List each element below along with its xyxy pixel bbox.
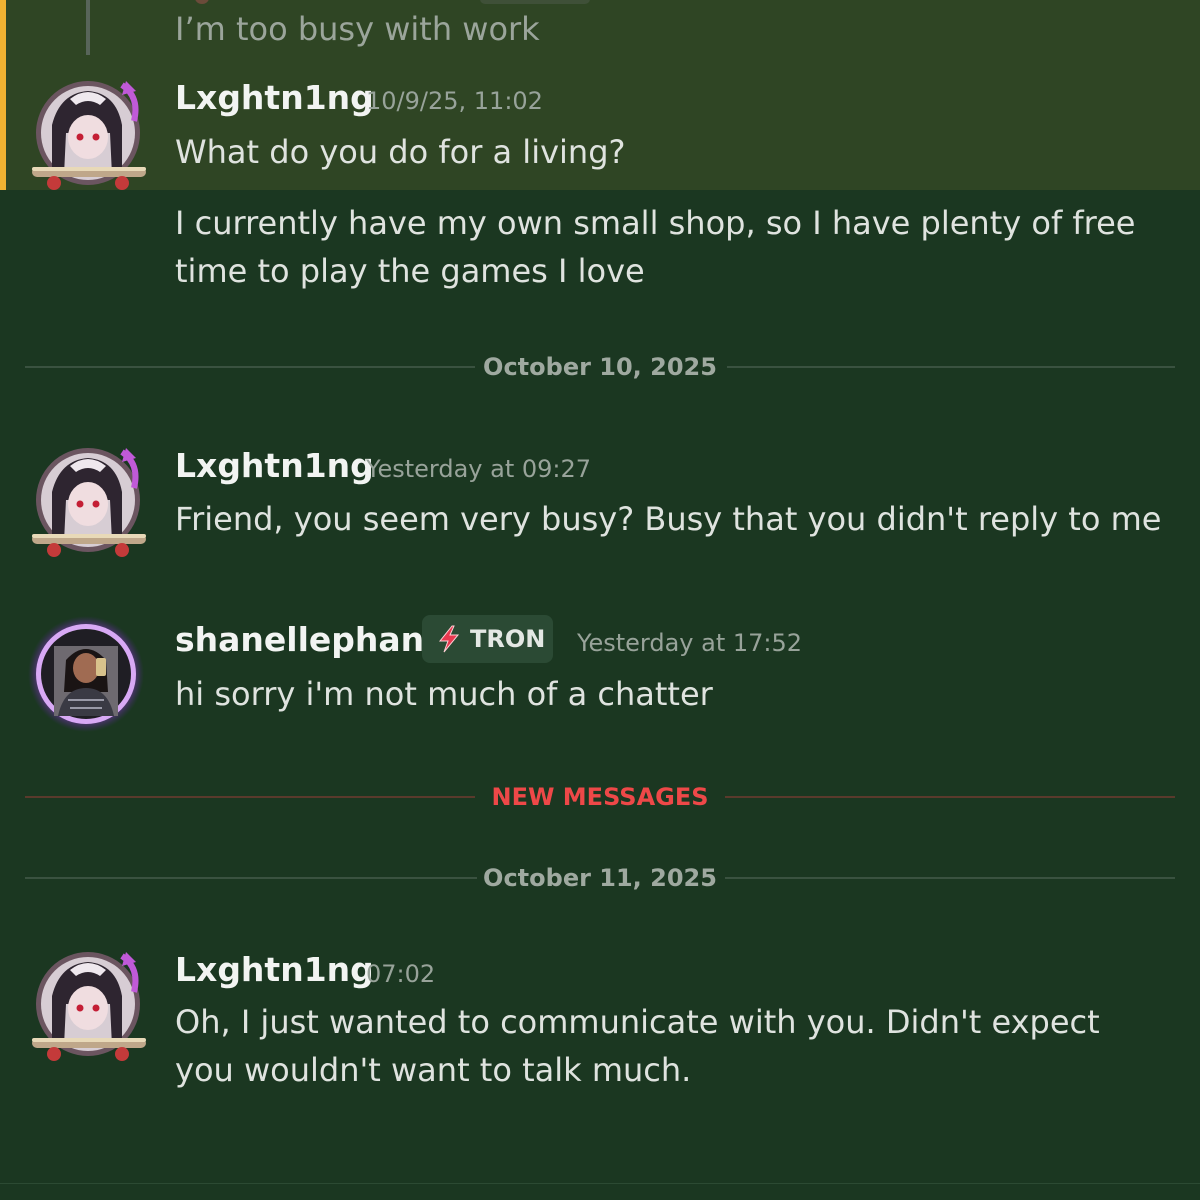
user-avatar-lxghtn1ng[interactable] (30, 442, 150, 562)
message-timestamp: Yesterday at 09:27 (366, 455, 592, 483)
message-author[interactable]: Lxghtn1ng (175, 78, 374, 117)
message-text: I currently have my own small shop, so I… (175, 204, 1136, 290)
date-divider-label: October 10, 2025 (483, 353, 717, 381)
message-text: What do you do for a living? (175, 133, 626, 171)
lightning-bolt-icon (438, 625, 460, 653)
message-author[interactable]: Lxghtn1ng (175, 446, 374, 485)
date-divider: October 10, 2025 (25, 352, 1175, 382)
server-tag-badge[interactable]: TRON (422, 615, 553, 663)
message-text: Friend, you seem very busy? Busy that yo… (175, 500, 1162, 538)
new-messages-divider: NEW MESSAGES (25, 782, 1175, 812)
message-timestamp: 10/9/25, 11:02 (366, 87, 543, 115)
date-divider-label: October 11, 2025 (483, 864, 717, 892)
message-author[interactable]: shanellephant (175, 620, 440, 659)
reply-preview-text[interactable]: I’m too busy with work (175, 5, 540, 53)
bottom-divider (0, 1183, 1200, 1184)
message-author[interactable]: Lxghtn1ng (175, 950, 374, 989)
new-messages-label: NEW MESSAGES (491, 783, 709, 811)
user-avatar-lxghtn1ng[interactable] (30, 946, 150, 1066)
reply-thread-line (86, 0, 90, 55)
reply-preview-fragment (480, 0, 590, 4)
date-divider: October 11, 2025 (25, 863, 1175, 893)
user-avatar-lxghtn1ng[interactable] (30, 75, 150, 195)
message-timestamp: Yesterday at 17:52 (577, 629, 803, 657)
message-timestamp: 07:02 (366, 960, 436, 988)
user-avatar-shanellephant[interactable] (28, 616, 148, 736)
highlight-accent-bar (0, 0, 6, 190)
message-text: Oh, I just wanted to communicate with yo… (175, 1003, 1100, 1089)
message-text: hi sorry i'm not much of a chatter (175, 675, 713, 713)
server-tag-label: TRON (470, 625, 546, 653)
